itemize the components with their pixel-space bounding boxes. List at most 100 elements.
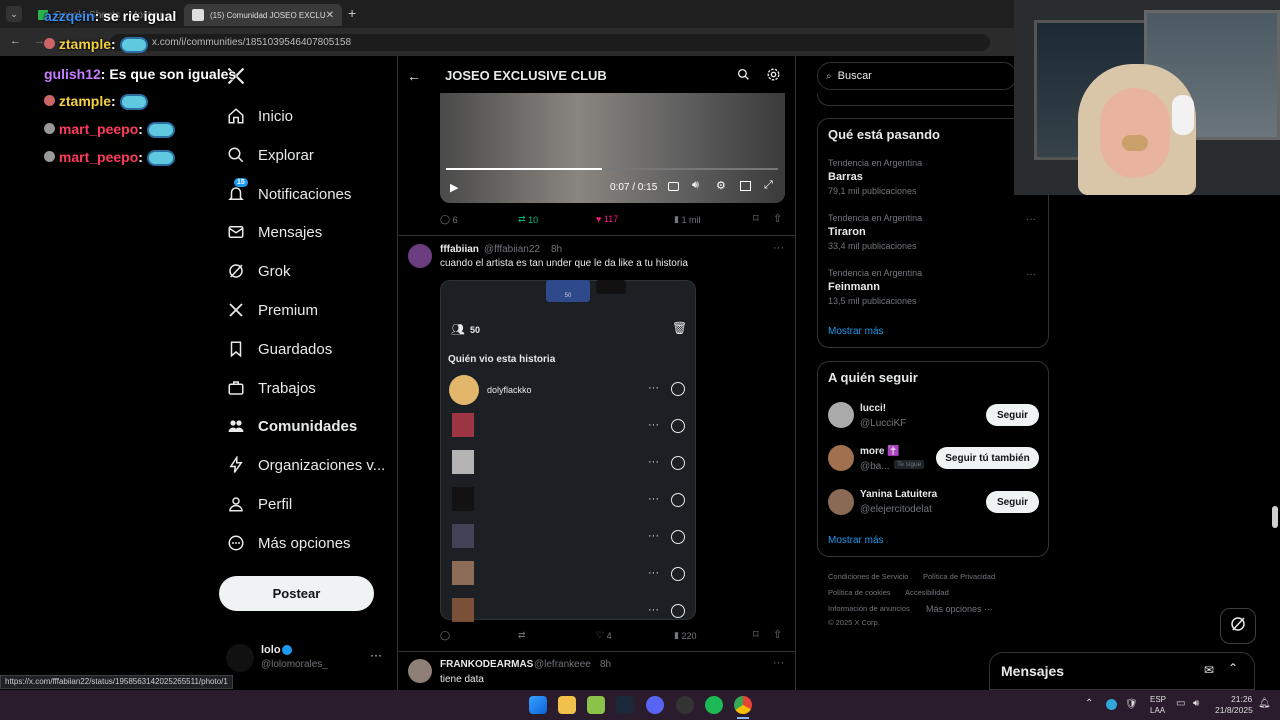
viewer-reply-icon[interactable] [671,456,685,470]
views-button[interactable]: ▮ 1 mil [674,214,700,225]
tab-list-button[interactable]: ⌄ [6,6,22,22]
back-icon[interactable]: ← [10,35,21,47]
search-icon[interactable] [737,68,750,86]
video-player[interactable]: ▶ 0:07 / 0:15 🔊︎ ⚙ ⤢ [440,93,785,203]
follow-name[interactable]: more ✝️ [860,446,900,457]
notification-center-icon[interactable]: 🔔︎ [1258,698,1271,709]
avatar[interactable] [828,445,854,471]
viewer-reply-icon[interactable] [671,567,685,581]
viewer-more-icon[interactable]: ··· [648,567,659,579]
post-more-icon[interactable]: ··· [773,242,784,254]
app-icon[interactable] [587,696,605,714]
captions-icon[interactable] [668,182,679,191]
tab-community[interactable]: (15) Comunidad JOSEO EXCLU ✕ [184,4,342,26]
nav-messages[interactable]: Mensajes [226,217,322,247]
nav-explore[interactable]: Explorar [226,140,314,170]
pip-icon[interactable] [740,181,751,191]
close-icon[interactable]: ✕ [326,10,334,21]
account-switcher[interactable]: lolo @lolomorales_ ··· [226,642,386,676]
expand-icon[interactable]: ⌃ [1228,661,1238,675]
share-icon[interactable]: ⇧ [773,628,782,641]
nav-grok[interactable]: Grok [226,256,291,286]
viewer-reply-icon[interactable] [671,419,685,433]
viewer-reply-icon[interactable] [671,382,685,396]
follow-handle[interactable]: @elejercitodelat [860,504,932,515]
post-more-icon[interactable]: ··· [773,657,784,669]
show-more-link[interactable]: Mostrar más [828,326,884,337]
chrome-icon[interactable] [734,696,752,714]
reply-button[interactable]: ◯ 6 [440,214,458,225]
settings-icon[interactable]: ⚙ [716,179,726,192]
steam-icon[interactable] [616,696,634,714]
follow-handle[interactable]: @LucciKF [860,418,906,429]
views-button[interactable]: ▮ 220 [674,630,697,641]
discord-icon[interactable] [646,696,664,714]
trend-item[interactable]: Tendencia en Argentina Tiraron 33,4 mil … [828,213,1038,255]
nav-more[interactable]: Más opciones [226,528,351,558]
footer-terms[interactable]: Condiciones de Servicio [828,572,908,581]
post-button[interactable]: Postear [219,576,374,611]
post-time[interactable]: 8h [600,659,611,670]
footer-accessibility[interactable]: Accesibilidad [905,588,949,597]
trend-item[interactable]: Tendencia en Argentina Barras 79,1 mil p… [828,158,1038,200]
author-name[interactable]: FRANKODEARMAS [440,659,533,670]
footer-more[interactable]: Más opciones ··· [926,604,993,614]
nav-notifications[interactable]: 15 Notificaciones [226,178,351,209]
footer-privacy[interactable]: Política de Privacidad [923,572,995,581]
scrollbar-thumb[interactable] [1272,506,1278,528]
author-handle[interactable]: @lefrankeee [534,659,591,670]
network-icon[interactable]: ▭ [1176,698,1185,709]
follow-button[interactable]: Seguir [986,404,1039,426]
nav-profile[interactable]: Perfil [226,489,292,519]
footer-ads-info[interactable]: Información de anuncios [828,604,910,613]
start-icon[interactable] [529,696,547,714]
volume-icon[interactable]: 🔊︎ [1193,698,1199,709]
avatar[interactable] [408,659,432,683]
reply-button[interactable]: ◯ [440,630,450,641]
video-progress-track[interactable] [446,168,778,170]
nav-communities[interactable]: Comunidades [226,411,357,441]
follow-handle[interactable]: @ba... [860,461,890,472]
like-button[interactable]: ♡ 4 [596,630,612,641]
follow-name[interactable]: Yanina Latuitera [860,489,937,500]
post-time[interactable]: 8h [551,244,562,255]
trend-item[interactable]: Tendencia en Argentina Feinmann 13,5 mil… [828,268,1038,310]
play-icon[interactable]: ▶ [450,181,458,194]
nav-jobs[interactable]: Trabajos [226,373,316,403]
back-arrow-icon[interactable]: ← [407,68,421,84]
tray-overflow-icon[interactable]: ⌃ [1085,698,1093,709]
trend-more-icon[interactable]: ··· [1026,214,1036,225]
messages-drawer[interactable]: Mensajes ✉ ⌃ [989,652,1255,690]
tray-app-icon[interactable] [1106,699,1117,710]
fullscreen-icon[interactable]: ⤢ [764,179,773,192]
language-top[interactable]: ESP [1150,695,1166,704]
grok-floating-button[interactable] [1220,608,1256,644]
share-icon[interactable]: ⇧ [773,212,782,225]
nav-bookmarks[interactable]: Guardados [226,334,332,364]
follow-button[interactable]: Seguir [986,491,1039,513]
viewer-reply-icon[interactable] [671,530,685,544]
volume-icon[interactable]: 🔊︎ [692,179,699,192]
viewer-reply-icon[interactable] [671,604,685,618]
follow-show-more-link[interactable]: Mostrar más [828,535,884,546]
nav-premium[interactable]: Premium [226,295,318,325]
viewer-more-icon[interactable]: ··· [648,456,659,468]
trend-more-icon[interactable]: ··· [1026,269,1036,280]
viewer-more-icon[interactable]: ··· [648,530,659,542]
author-handle[interactable]: @fffabiian22 [484,244,540,255]
obs-icon[interactable] [676,696,694,714]
like-button[interactable]: ♥ 117 [596,214,618,224]
spotify-icon[interactable] [705,696,723,714]
file-explorer-icon[interactable] [558,696,576,714]
clock-date[interactable]: 21/8/2025 [1215,705,1253,715]
bookmark-icon[interactable]: ⌑ [753,212,759,225]
nav-organizations[interactable]: Organizaciones v... [226,450,385,480]
gear-icon[interactable] [766,67,781,87]
new-tab-button[interactable]: + [348,5,356,21]
repost-button[interactable]: ⇄ 10 [518,214,538,225]
author-name[interactable]: fffabiian [440,244,479,255]
nav-home[interactable]: Inicio [226,101,293,131]
viewer-more-icon[interactable]: ··· [648,493,659,505]
viewer-reply-icon[interactable] [671,493,685,507]
avatar[interactable] [828,489,854,515]
